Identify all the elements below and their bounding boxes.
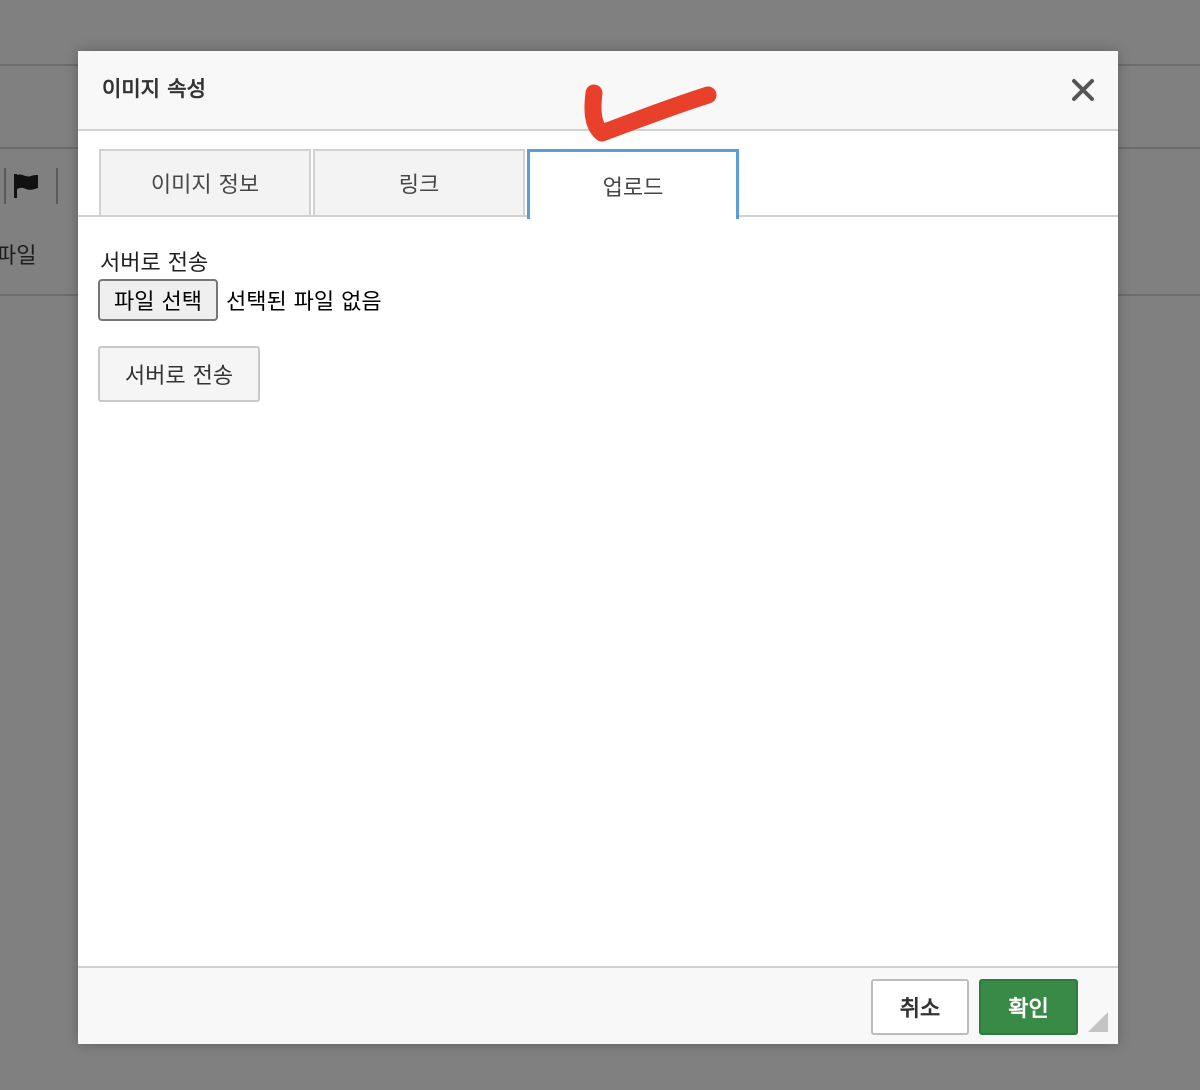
file-status-text: 선택된 파일 없음 — [225, 290, 382, 315]
upload-section-label: 서버로 전송 — [100, 251, 209, 276]
cancel-button[interactable]: 취소 — [871, 979, 969, 1035]
tab-link[interactable]: 링크 — [313, 149, 525, 215]
image-properties-dialog: 이미지 속성 이미지 정보 링크 업로드 서버로 전송 파일 선택 선택된 파일… — [78, 51, 1118, 1044]
dialog-title: 이미지 속성 — [102, 77, 206, 101]
tab-label: 업로드 — [602, 175, 664, 201]
tab-bar: 이미지 정보 링크 업로드 — [78, 131, 1118, 219]
close-icon[interactable] — [1070, 77, 1096, 103]
choose-file-button[interactable]: 파일 선택 — [98, 279, 218, 321]
dialog-footer: 취소 확인 — [78, 966, 1118, 1044]
flag-icon — [14, 174, 38, 198]
ok-button[interactable]: 확인 — [979, 979, 1078, 1035]
background-text: 파일 — [0, 244, 37, 269]
tab-label: 이미지 정보 — [150, 173, 260, 198]
toolbar-separator — [4, 168, 6, 204]
resize-handle-icon[interactable] — [1088, 1012, 1108, 1032]
file-input: 파일 선택 선택된 파일 없음 — [98, 279, 382, 321]
toolbar-separator — [56, 168, 58, 204]
tab-image-info[interactable]: 이미지 정보 — [99, 149, 311, 215]
dialog-header: 이미지 속성 — [78, 51, 1118, 131]
send-to-server-button[interactable]: 서버로 전송 — [98, 346, 260, 402]
tab-label: 링크 — [398, 173, 440, 198]
tab-upload[interactable]: 업로드 — [527, 149, 739, 219]
